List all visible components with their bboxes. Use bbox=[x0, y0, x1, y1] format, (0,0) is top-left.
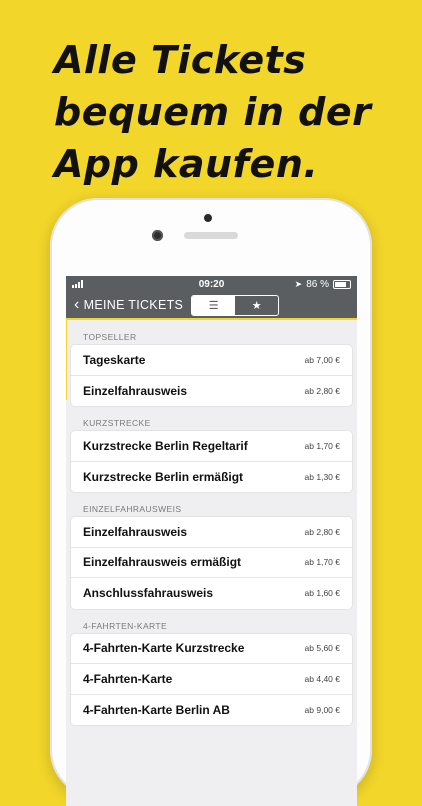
ticket-name: Anschlussfahrausweis bbox=[83, 586, 214, 601]
ticket-price: ab 1,30 € bbox=[304, 471, 340, 482]
ticket-section-card: Kurzstrecke Berlin Regeltarif ab 1,70 € Ku… bbox=[71, 431, 352, 492]
ticket-name: 4-Fahrten-Karte bbox=[83, 671, 173, 686]
ticket-row[interactable]: 4-Fahrten-Karte Berlin AB ab 9,00 € bbox=[71, 695, 352, 726]
ticket-name: 4-Fahrten-Karte Kurzstrecke bbox=[83, 641, 245, 656]
front-camera bbox=[152, 230, 163, 241]
status-bar: 09:20 ➤ 86 % bbox=[66, 276, 357, 292]
ticket-name: Kurzstrecke Berlin Regeltarif bbox=[83, 438, 248, 453]
section-header: 4-FAHRTEN-KARTE bbox=[83, 620, 168, 631]
navigation-bar: ‹ MEINE TICKETS ☰ ★ bbox=[66, 292, 357, 320]
ticket-price: ab 2,80 € bbox=[304, 526, 340, 537]
tab-favorites[interactable]: ★ bbox=[235, 296, 278, 315]
section-header: KURZSTRECKE bbox=[83, 418, 151, 428]
proximity-sensor bbox=[204, 214, 212, 222]
star-icon: ★ bbox=[251, 299, 262, 312]
list-icon: ☰ bbox=[208, 299, 219, 312]
section-header: TOPSELLER bbox=[83, 332, 137, 342]
ticket-price: ab 2,80 € bbox=[304, 385, 340, 396]
battery-icon bbox=[333, 279, 351, 289]
headline-line-2: bequem in der bbox=[54, 90, 372, 134]
app-screen: 09:20 ➤ 86 % ‹ MEINE TICKETS ☰ ★ TOPSELL bbox=[66, 276, 357, 806]
ticket-section-card: 4-Fahrten-Karte Kurzstrecke ab 5,60 €4-Fa… bbox=[71, 633, 352, 726]
ticket-price: ab 1,60 € bbox=[304, 588, 340, 599]
ticket-price: ab 1,70 € bbox=[304, 440, 340, 451]
ticket-row[interactable]: Kurzstrecke Berlin Regeltarif ab 1,70 € bbox=[71, 431, 352, 462]
headline: Alle Tickets bequem in der App kaufen. bbox=[54, 34, 394, 190]
back-button[interactable]: ‹ MEINE TICKETS bbox=[74, 297, 183, 313]
ticket-price: ab 7,00 € bbox=[304, 354, 340, 365]
ticket-name: Einzelfahrausweis bbox=[83, 524, 188, 539]
ticket-section-card: Tageskarte ab 7,00 € Einzelfahrausweis ab 2… bbox=[71, 345, 352, 406]
ticket-price: ab 5,60 € bbox=[304, 643, 340, 654]
ticket-list: TOPSELLER Tageskarte ab 7,00 € Einzelfahrau… bbox=[66, 320, 357, 725]
ticket-section-card: Einzelfahrausweis ab 2,80 € Einzelfahrausw… bbox=[71, 517, 352, 609]
ticket-row[interactable]: Kurzstrecke Berlin ermäßigt ab 1,30 € bbox=[71, 462, 352, 493]
status-time: 09:20 bbox=[198, 278, 225, 290]
ticket-price: ab 1,70 € bbox=[304, 557, 340, 568]
view-segmented-control: ☰ ★ bbox=[191, 294, 280, 316]
ticket-row[interactable]: Anschlussfahrausweis ab 1,60 € bbox=[71, 578, 352, 609]
ticket-row[interactable]: Einzelfahrausweis ab 2,80 € bbox=[71, 376, 352, 407]
ticket-name: Einzelfahrausweis ermäßigt bbox=[83, 555, 242, 570]
back-label: MEINE TICKETS bbox=[83, 298, 184, 312]
headline-line-3: App kaufen. bbox=[54, 142, 319, 186]
ticket-price: ab 4,40 € bbox=[304, 673, 340, 684]
ticket-row[interactable]: Einzelfahrausweis ab 2,80 € bbox=[71, 517, 352, 548]
ticket-row[interactable]: Einzelfahrausweis ermäßigt ab 1,70 € bbox=[71, 548, 352, 578]
earpiece bbox=[184, 232, 238, 239]
phone-frame: 09:20 ➤ 86 % ‹ MEINE TICKETS ☰ ★ TOPSELL bbox=[50, 198, 372, 806]
ticket-name: Kurzstrecke Berlin ermäßigt bbox=[83, 469, 244, 484]
chevron-left-icon: ‹ bbox=[74, 296, 80, 313]
ticket-name: Tageskarte bbox=[83, 352, 146, 367]
ticket-price: ab 9,00 € bbox=[304, 704, 340, 715]
ticket-row[interactable]: 4-Fahrten-Karte Kurzstrecke ab 5,60 € bbox=[71, 634, 352, 664]
ticket-row[interactable]: 4-Fahrten-Karte ab 4,40 € bbox=[71, 664, 352, 695]
tab-list[interactable]: ☰ bbox=[192, 295, 236, 315]
headline-line-1: Alle Tickets bbox=[54, 38, 307, 82]
section-header: EINZELFAHRAUSWEIS bbox=[83, 504, 182, 514]
ticket-name: 4-Fahrten-Karte Berlin AB bbox=[83, 702, 230, 717]
ticket-row[interactable]: Tageskarte ab 7,00 € bbox=[71, 345, 352, 376]
ticket-name: Einzelfahrausweis bbox=[83, 383, 188, 398]
